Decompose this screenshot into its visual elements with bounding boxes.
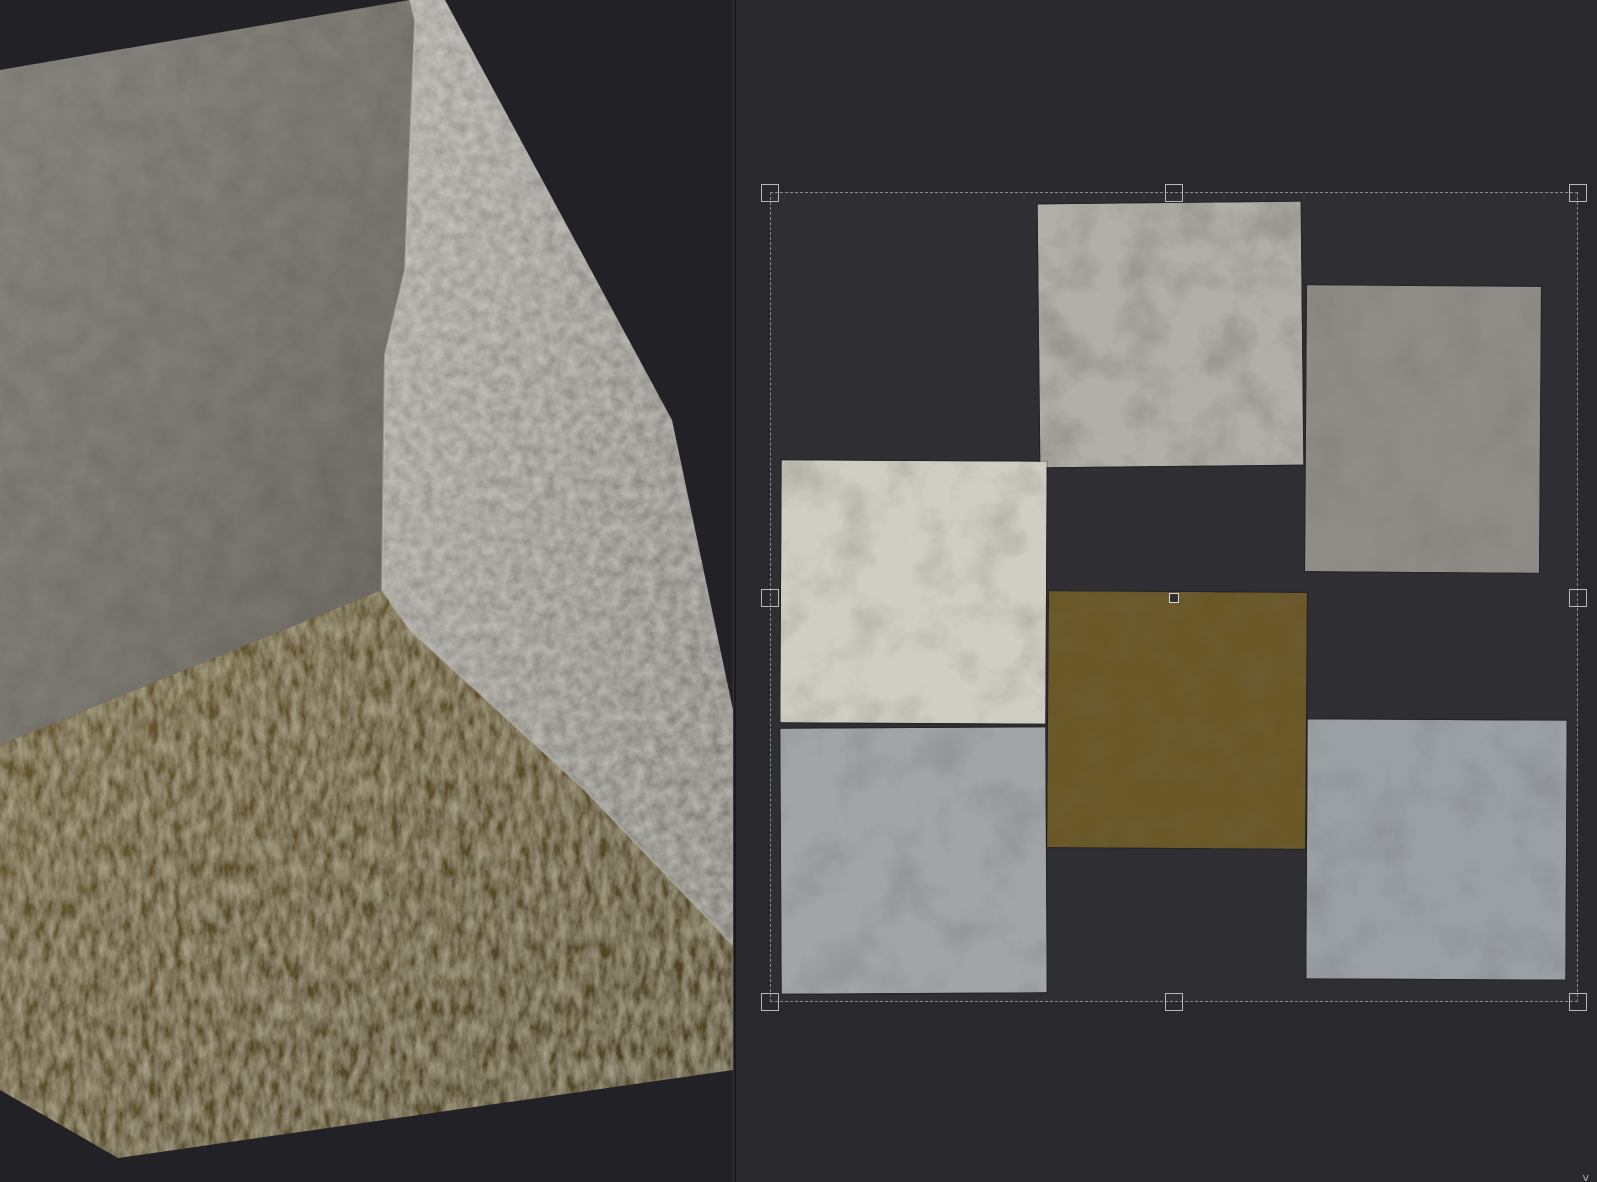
uv-island-center[interactable] bbox=[1047, 591, 1307, 849]
transform-handle-top-left[interactable] bbox=[761, 184, 779, 202]
transform-pivot[interactable] bbox=[1169, 593, 1179, 603]
transform-handle-top-center[interactable] bbox=[1165, 184, 1183, 202]
uv-island-top-right[interactable] bbox=[1305, 285, 1541, 573]
texture-editor-app: v bbox=[0, 0, 1597, 1182]
3d-viewport[interactable] bbox=[0, 0, 733, 1182]
cube-render bbox=[0, 0, 733, 1158]
transform-handle-bottom-center[interactable] bbox=[1165, 993, 1183, 1011]
transform-handle-middle-right[interactable] bbox=[1569, 589, 1587, 607]
transform-handle-top-right[interactable] bbox=[1569, 184, 1587, 202]
uv-axis-label: v bbox=[1582, 1171, 1589, 1182]
uv-island-bottom-left[interactable] bbox=[780, 727, 1047, 994]
uv-editor[interactable]: v bbox=[736, 0, 1597, 1182]
uv-island-middle-left[interactable] bbox=[780, 460, 1047, 724]
transform-handle-bottom-left[interactable] bbox=[761, 993, 779, 1011]
transform-handle-middle-left[interactable] bbox=[761, 589, 779, 607]
uv-island-bottom-right[interactable] bbox=[1306, 719, 1567, 980]
uv-island-top-center[interactable] bbox=[1037, 201, 1304, 468]
transform-handle-bottom-right[interactable] bbox=[1569, 993, 1587, 1011]
